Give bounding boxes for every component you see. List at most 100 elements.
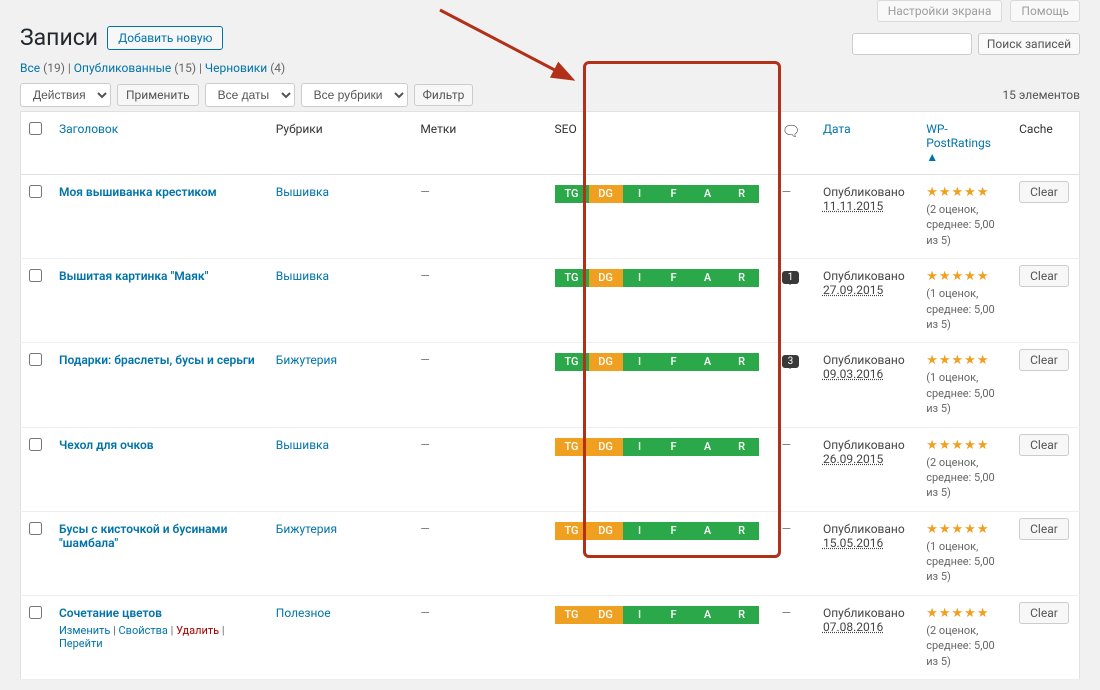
action-props[interactable]: Свойства xyxy=(119,624,168,637)
comments-empty: — xyxy=(782,438,791,452)
seo-chip-r: R xyxy=(725,185,759,203)
tags-empty: — xyxy=(420,606,429,620)
table-row: Бусы с кисточкой и бусинами "шамбала" Биж… xyxy=(21,511,1080,595)
clear-cache-button[interactable]: Clear xyxy=(1019,181,1069,203)
items-count: 15 элементов xyxy=(1002,88,1080,102)
screen-options-button[interactable]: Настройки экрана xyxy=(877,0,1003,22)
tags-empty: — xyxy=(420,353,429,367)
seo-indicators: TGDGIFAR xyxy=(555,522,766,540)
clear-cache-button[interactable]: Clear xyxy=(1019,349,1069,371)
action-edit[interactable]: Изменить xyxy=(59,624,110,637)
row-checkbox[interactable] xyxy=(29,269,42,282)
rating-stars-icon: ★★★★★ xyxy=(926,438,1003,453)
sort-indicator-icon: ▲ xyxy=(926,150,938,164)
col-comments[interactable]: 🗨 xyxy=(774,112,815,175)
col-title[interactable]: Заголовок xyxy=(59,122,118,136)
category-link[interactable]: Вышивка xyxy=(276,269,329,283)
bulk-actions-select[interactable]: Действия xyxy=(20,83,111,107)
row-checkbox[interactable] xyxy=(29,606,42,619)
rating-text: (2 оценок, среднее: 5,00 из 5) xyxy=(926,455,1003,501)
tags-empty: — xyxy=(420,269,429,283)
row-checkbox[interactable] xyxy=(29,438,42,451)
rating-stars-icon: ★★★★★ xyxy=(926,269,1003,284)
tags-empty: — xyxy=(420,438,429,452)
seo-chip-a: A xyxy=(691,185,725,203)
seo-chip-r: R xyxy=(725,269,759,287)
seo-chip-dg: DG xyxy=(589,606,623,624)
comment-count[interactable]: 1 xyxy=(782,271,800,284)
select-all-checkbox[interactable] xyxy=(29,122,42,135)
post-date: 07.08.2016 xyxy=(823,620,910,634)
category-link[interactable]: Вышивка xyxy=(276,438,329,452)
post-date: 09.03.2016 xyxy=(823,367,910,381)
comment-count[interactable]: 3 xyxy=(782,355,800,368)
seo-indicators: TGDGIFAR xyxy=(555,438,766,456)
category-link[interactable]: Бижутерия xyxy=(276,353,337,367)
post-status: Опубликовано xyxy=(823,353,910,367)
table-row: Моя вышиванка крестикомВышивка—TGDGIFAR—… xyxy=(21,175,1080,259)
col-date[interactable]: Дата xyxy=(823,122,851,136)
seo-indicators: TGDGIFAR xyxy=(555,269,766,287)
bulk-apply-button[interactable]: Применить xyxy=(117,84,199,106)
comment-icon: 🗨 xyxy=(782,122,801,140)
seo-chip-a: A xyxy=(691,438,725,456)
seo-chip-i: I xyxy=(623,353,657,371)
clear-cache-button[interactable]: Clear xyxy=(1019,518,1069,540)
post-title-link[interactable]: Вышитая картинка "Маяк" xyxy=(59,269,209,283)
post-title-link[interactable]: Подарки: браслеты, бусы и серьги xyxy=(59,353,255,367)
row-checkbox[interactable] xyxy=(29,353,42,366)
clear-cache-button[interactable]: Clear xyxy=(1019,265,1069,287)
rating-text: (1 оценок, среднее: 5,00 из 5) xyxy=(926,539,1003,585)
help-button[interactable]: Помощь xyxy=(1010,0,1080,22)
filter-all[interactable]: Все xyxy=(20,61,40,75)
post-date: 15.05.2016 xyxy=(823,536,910,550)
action-view[interactable]: Перейти xyxy=(59,637,103,650)
seo-chip-tg: TG xyxy=(555,522,589,540)
seo-chip-i: I xyxy=(623,269,657,287)
table-row: Вышитая картинка "Маяк" Вышивка — TGDGIFAR 1… xyxy=(21,259,1080,343)
seo-chip-tg: TG xyxy=(555,438,589,456)
category-link[interactable]: Бижутерия xyxy=(276,522,337,536)
search-input[interactable] xyxy=(852,33,972,55)
rating-text: (1 оценок, среднее: 5,00 из 5) xyxy=(926,370,1003,416)
filter-published[interactable]: Опубликованные xyxy=(74,61,171,75)
filter-drafts[interactable]: Черновики xyxy=(205,61,267,75)
rating-stars-icon: ★★★★★ xyxy=(926,185,1003,200)
seo-chip-a: A xyxy=(691,522,725,540)
add-new-button[interactable]: Добавить новую xyxy=(107,26,223,50)
col-categories: Рубрики xyxy=(268,112,413,175)
seo-chip-i: I xyxy=(623,522,657,540)
seo-chip-r: R xyxy=(725,438,759,456)
comments-empty: — xyxy=(782,185,791,199)
page-title: Записи xyxy=(20,24,98,51)
clear-cache-button[interactable]: Clear xyxy=(1019,434,1069,456)
rating-text: (2 оценок, среднее: 5,00 из 5) xyxy=(926,623,1003,669)
row-checkbox[interactable] xyxy=(29,522,42,535)
row-checkbox[interactable] xyxy=(29,185,42,198)
rating-text: (2 оценок, среднее: 5,00 из 5) xyxy=(926,202,1003,248)
seo-chip-r: R xyxy=(725,606,759,624)
filter-category-select[interactable]: Все рубрики xyxy=(301,83,408,107)
seo-chip-a: A xyxy=(691,353,725,371)
post-title-link[interactable]: Моя вышиванка крестиком xyxy=(59,185,217,199)
col-ratings[interactable]: WP-PostRatings xyxy=(926,122,991,150)
seo-chip-dg: DG xyxy=(589,353,623,371)
filter-button[interactable]: Фильтр xyxy=(414,84,474,106)
action-delete[interactable]: Удалить xyxy=(176,624,219,637)
seo-indicators: TGDGIFAR xyxy=(555,606,766,624)
search-submit-button[interactable]: Поиск записей xyxy=(978,33,1080,55)
clear-cache-button[interactable]: Clear xyxy=(1019,602,1069,624)
post-title-link[interactable]: Бусы с кисточкой и бусинами "шамбала" xyxy=(59,522,259,550)
col-cache: Cache xyxy=(1011,112,1079,175)
post-title-link[interactable]: Чехол для очков xyxy=(59,438,154,452)
post-title-link[interactable]: Сочетание цветов xyxy=(59,606,162,620)
rating-stars-icon: ★★★★★ xyxy=(926,606,1003,621)
posts-table: Заголовок Рубрики Метки SEO 🗨 Дата WP-Po… xyxy=(20,111,1080,680)
seo-chip-i: I xyxy=(623,438,657,456)
seo-chip-tg: TG xyxy=(555,353,589,371)
filter-date-select[interactable]: Все даты xyxy=(205,83,295,107)
category-link[interactable]: Полезное xyxy=(276,606,331,620)
category-link[interactable]: Вышивка xyxy=(276,185,329,199)
seo-chip-a: A xyxy=(691,269,725,287)
comments-empty: — xyxy=(782,606,791,620)
